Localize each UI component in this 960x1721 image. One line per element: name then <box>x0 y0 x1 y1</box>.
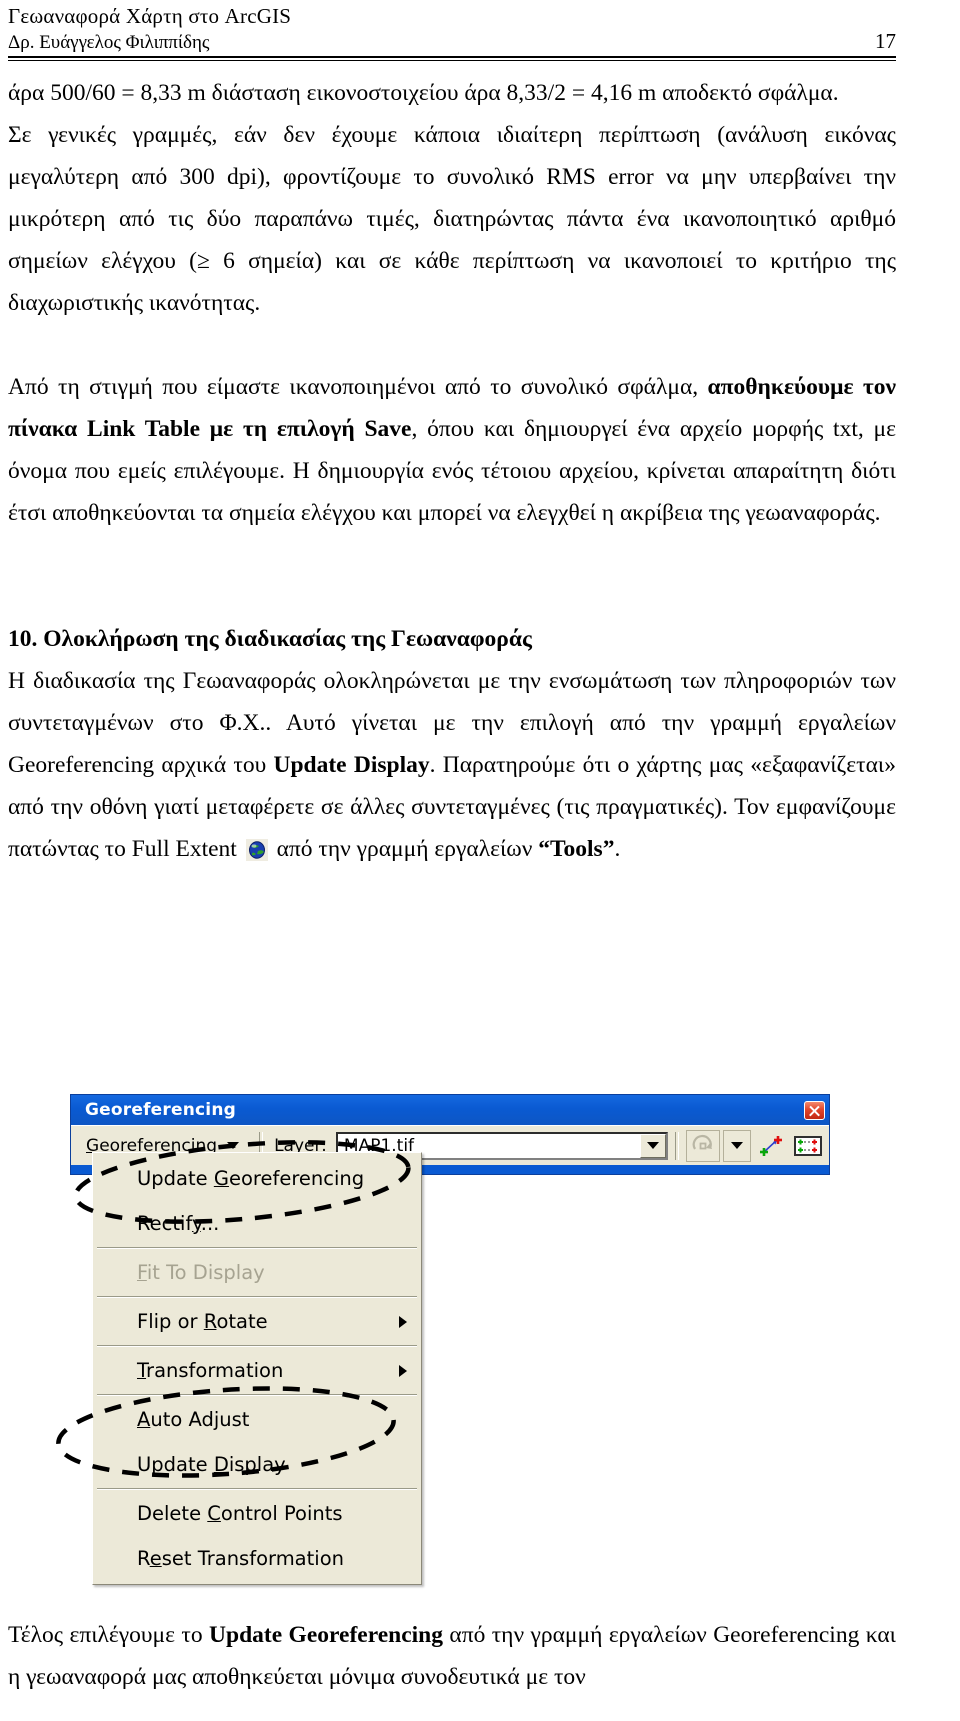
menu-item-update-georeferencing[interactable]: Update Georeferencing <box>93 1156 421 1201</box>
paragraph-4-bold-tools: “Tools” <box>538 836 615 862</box>
paragraph-4-part-c: από την γραμμή εργαλείων <box>270 836 539 862</box>
rotate-dropdown-icon[interactable] <box>723 1129 751 1162</box>
window-titlebar[interactable]: Georeferencing <box>71 1095 829 1125</box>
menu-separator-2 <box>97 1296 417 1298</box>
submenu-arrow-icon <box>399 1364 407 1377</box>
view-link-table-icon[interactable] <box>791 1129 825 1162</box>
menu-item-label: Update Georeferencing <box>137 1167 365 1190</box>
section-heading: 10. Ολοκλήρωση της διαδικασίας της Γεωαν… <box>8 626 532 652</box>
menu-item-flip-or-rotate[interactable]: Flip or Rotate <box>93 1299 421 1344</box>
menu-item-label: Update Display <box>137 1453 286 1476</box>
window-title: Georeferencing <box>85 1100 236 1120</box>
paragraph-spacer-2 <box>8 534 896 576</box>
menu-item-label: Delete Control Points <box>137 1502 343 1525</box>
menu-separator-1 <box>97 1247 417 1249</box>
page-number: 17 <box>875 29 896 53</box>
menu-item-label: Reset Transformation <box>137 1547 344 1570</box>
menu-item-transformation[interactable]: Transformation <box>93 1348 421 1393</box>
close-icon[interactable] <box>804 1100 825 1120</box>
paragraph-spacer-3 <box>8 576 896 618</box>
georeferencing-dropdown-menu[interactable]: Update Georeferencing Rectify... Fit To … <box>92 1152 422 1585</box>
chevron-down-icon <box>227 1142 240 1149</box>
menu-item-label: Transformation <box>137 1359 284 1382</box>
paragraph-3: Από τη στιγμή που είμαστε ικανοποιημένοι… <box>8 366 896 534</box>
menu-item-auto-adjust[interactable]: Auto Adjust <box>93 1397 421 1442</box>
menu-item-fit-to-display: Fit To Display <box>93 1250 421 1295</box>
menu-item-update-display[interactable]: Update Display <box>93 1442 421 1487</box>
document-footer-text: Τέλος επιλέγουμε το Update Georeferencin… <box>8 1590 896 1721</box>
toolbar-separator-2 <box>675 1131 679 1160</box>
menu-item-label: Flip or Rotate <box>137 1310 268 1333</box>
page-header: Γεωαναφορά Χάρτη στο ArcGIS Δρ. Ευάγγελο… <box>8 4 896 61</box>
paragraph-2: Σε γενικές γραμμές, εάν δεν έχουμε κάποι… <box>8 122 896 316</box>
footer-bold-update-georeferencing: Update Georeferencing <box>209 1621 443 1648</box>
rotate-icon <box>686 1129 720 1162</box>
submenu-arrow-icon <box>399 1315 407 1328</box>
paragraph-4-bold-update-display: Update Display <box>273 752 430 778</box>
document-title: Γεωαναφορά Χάρτη στο ArcGIS <box>8 4 292 28</box>
paragraph-3-part-a: Από τη στιγμή που είμαστε ικανοποιημένοι… <box>8 374 708 400</box>
menu-separator-5 <box>97 1488 417 1490</box>
menu-item-label: Auto Adjust <box>137 1408 250 1431</box>
menu-separator-4 <box>97 1394 417 1396</box>
menu-item-label: Rectify... <box>137 1212 220 1235</box>
add-control-points-icon[interactable] <box>754 1129 788 1162</box>
paragraph-spacer-1 <box>8 324 896 366</box>
document-body: άρα 500/60 = 8,33 m διάσταση εικονοστοιχ… <box>8 72 896 870</box>
header-author-row: Δρ. Ευάγγελος Φιλιππίδης 17 <box>8 29 896 54</box>
paragraph-4: Η διαδικασία της Γεωαναφοράς ολοκληρώνετ… <box>8 660 896 870</box>
menu-item-rectify[interactable]: Rectify... <box>93 1201 421 1246</box>
footer-paragraph: Τέλος επιλέγουμε το Update Georeferencin… <box>8 1614 896 1698</box>
menu-separator-3 <box>97 1345 417 1347</box>
menu-item-reset-transformation[interactable]: Reset Transformation <box>93 1536 421 1581</box>
full-extent-globe-icon <box>245 839 268 861</box>
header-divider <box>8 56 896 61</box>
menu-item-delete-control-points[interactable]: Delete Control Points <box>93 1491 421 1536</box>
menu-item-label: Fit To Display <box>137 1261 265 1284</box>
layer-combobox-chevron-down-icon[interactable] <box>640 1133 666 1158</box>
paragraph-4-part-d: . <box>614 836 621 862</box>
footer-part-a: Τέλος επιλέγουμε το <box>8 1621 210 1648</box>
header-title-row: Γεωαναφορά Χάρτη στο ArcGIS <box>8 4 896 29</box>
document-author: Δρ. Ευάγγελος Φιλιππίδης <box>8 32 210 53</box>
paragraph-1: άρα 500/60 = 8,33 m διάσταση εικονοστοιχ… <box>8 80 839 106</box>
